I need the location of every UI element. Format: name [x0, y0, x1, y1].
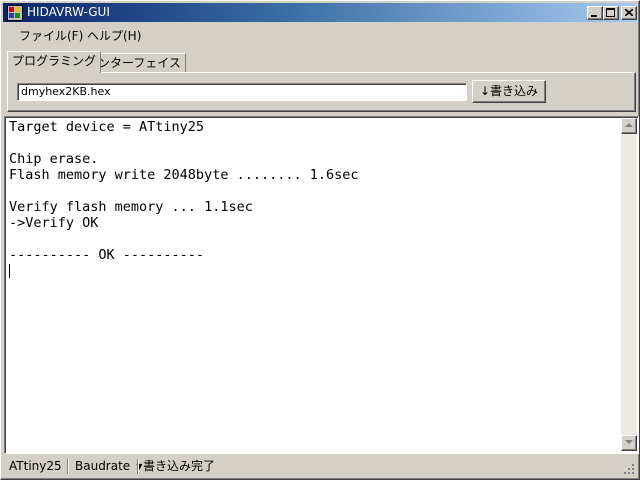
menu-file[interactable]: ファイル(F) — [15, 27, 87, 44]
menu-bar: ファイル(F) ヘルプ(H) — [3, 24, 637, 44]
write-button[interactable]: ↓書き込み — [472, 80, 546, 103]
status-separator — [67, 459, 69, 474]
minimize-icon — [591, 15, 597, 17]
title-bar[interactable]: HIDAVRW-GUI — [3, 3, 637, 22]
log-scrollbar[interactable] — [621, 118, 637, 451]
maximize-button[interactable] — [603, 6, 619, 20]
log-line: Flash memory write 2048byte ........ 1.6… — [9, 167, 359, 183]
arrow-up-icon — [625, 123, 633, 127]
app-window: HIDAVRW-GUI ファイル(F) ヘルプ(H) プログラミング インターフ… — [0, 0, 640, 480]
status-device: ATtiny25 — [9, 459, 62, 473]
log-text: Target device = ATtiny25 Chip erase. Flash… — [9, 119, 617, 278]
tab-programming[interactable]: プログラミング — [7, 51, 102, 73]
log-line: Verify flash memory ... 1.1sec — [9, 199, 253, 215]
window-title: HIDAVRW-GUI — [27, 5, 110, 19]
app-icon — [7, 5, 23, 21]
arrow-down-icon — [625, 440, 633, 444]
baudrate-label: Baudrate — [75, 459, 131, 473]
status-bar: ATtiny25 Baudrate ▼ 書き込み完了 — [3, 456, 637, 477]
baudrate-dropdown[interactable]: Baudrate ▼ — [71, 458, 142, 475]
maximize-icon — [606, 8, 615, 17]
menu-help[interactable]: ヘルプ(H) — [83, 27, 145, 44]
log-line: ---------- OK ---------- — [9, 247, 205, 263]
minimize-button[interactable] — [587, 6, 603, 20]
resize-grip-icon[interactable] — [623, 463, 635, 475]
scroll-up-button[interactable] — [621, 118, 637, 134]
hex-file-input[interactable]: dmyhex2KB.hex — [17, 83, 467, 101]
tab-programming-label: プログラミング — [12, 54, 97, 68]
programming-panel: dmyhex2KB.hex ↓書き込み — [7, 72, 636, 112]
scroll-down-button[interactable] — [621, 435, 637, 451]
status-message: 書き込み完了 — [143, 459, 216, 473]
close-button[interactable] — [621, 6, 637, 20]
close-icon — [625, 9, 633, 16]
log-line: Target device = ATtiny25 — [9, 119, 205, 135]
log-output[interactable]: Target device = ATtiny25 Chip erase. Flash… — [4, 116, 639, 454]
text-caret — [9, 264, 10, 278]
log-line: ->Verify OK — [9, 215, 99, 231]
log-line: Chip erase. — [9, 151, 99, 167]
